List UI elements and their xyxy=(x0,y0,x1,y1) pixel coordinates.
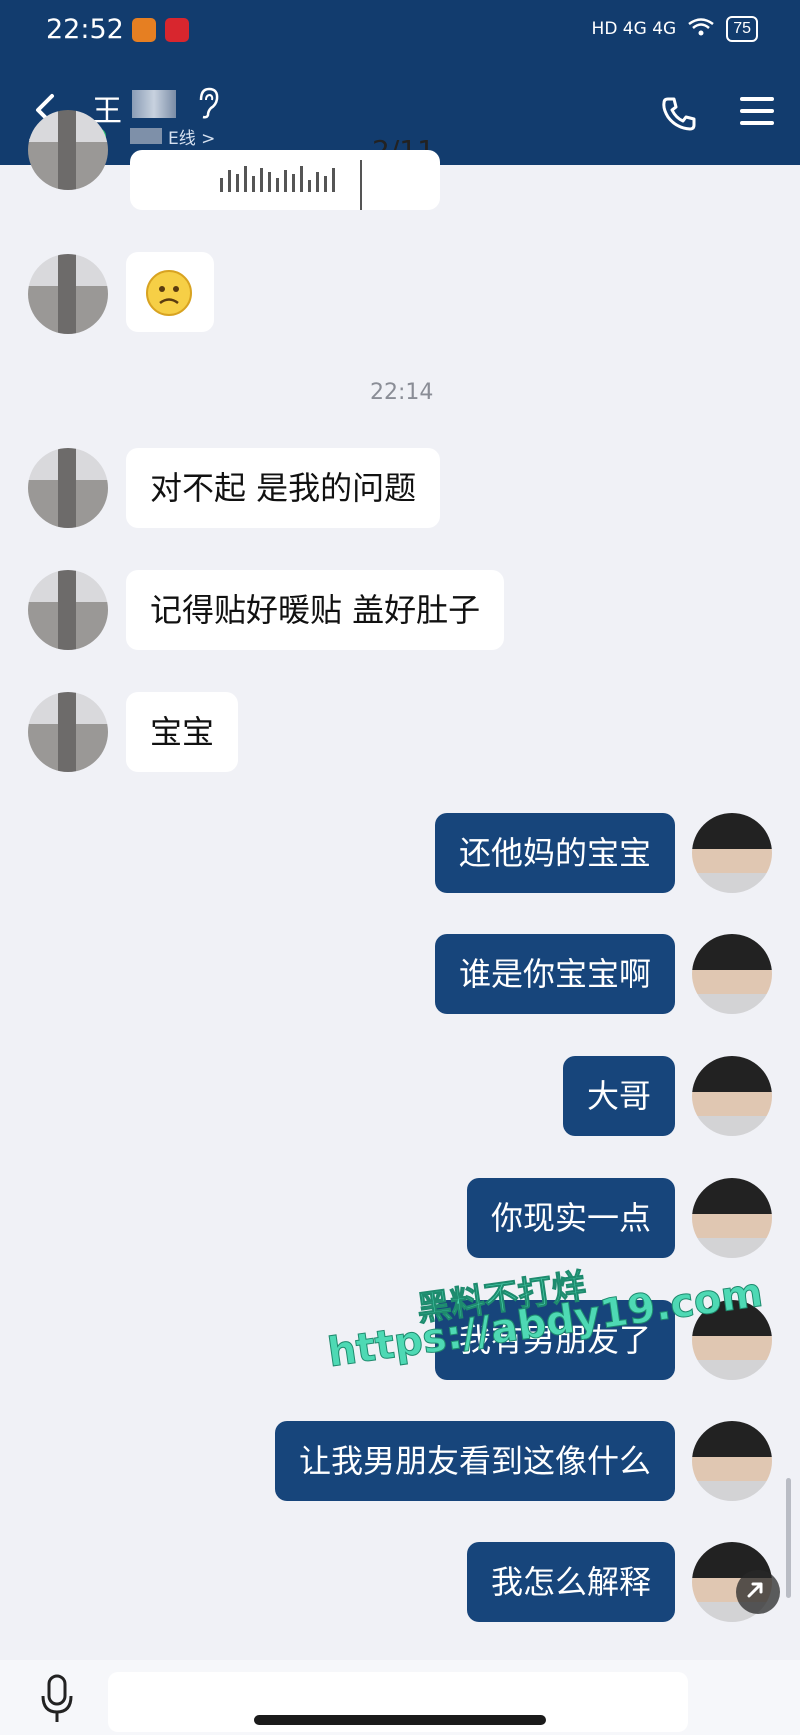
status-time: 22:52 xyxy=(46,14,124,45)
battery-icon: 75 xyxy=(726,16,758,42)
voice-progress-marker xyxy=(360,160,362,210)
online-status-text[interactable]: E线 > xyxy=(168,124,215,149)
system-icons: HD 4G 4G 75 xyxy=(592,16,758,42)
message-timestamp: 22:14 xyxy=(370,380,434,405)
sad-face-emoji-icon xyxy=(146,270,192,316)
notification-app-icon xyxy=(132,18,156,42)
network-indicator: HD 4G 4G xyxy=(591,19,677,39)
menu-icon[interactable] xyxy=(740,97,774,127)
message-bubble-outgoing[interactable]: 我怎么解释 xyxy=(466,1542,675,1622)
scrollbar[interactable] xyxy=(786,1478,791,1598)
avatar[interactable] xyxy=(692,1178,772,1258)
avatar[interactable] xyxy=(692,934,772,1014)
online-status-mosaic xyxy=(130,128,162,144)
message-bubble-outgoing[interactable]: 你现实一点 xyxy=(466,1178,675,1258)
phone-icon[interactable] xyxy=(660,95,698,133)
message-bubble-outgoing[interactable]: 让我男朋友看到这像什么 xyxy=(274,1421,675,1501)
avatar[interactable] xyxy=(28,448,108,528)
wifi-icon xyxy=(688,17,714,42)
contact-name-mosaic xyxy=(132,90,176,118)
avatar[interactable] xyxy=(28,570,108,650)
avatar[interactable] xyxy=(28,254,108,334)
message-bubble-incoming[interactable]: 宝宝 xyxy=(126,692,239,772)
avatar[interactable] xyxy=(692,1421,772,1501)
ear-icon xyxy=(195,86,221,120)
voice-waveform-icon xyxy=(220,166,335,192)
message-bubble-outgoing[interactable]: 还他妈的宝宝 xyxy=(434,813,675,893)
message-bubble-incoming[interactable]: 对不起 是我的问题 xyxy=(126,448,441,528)
avatar[interactable] xyxy=(692,1056,772,1136)
message-bubble-outgoing[interactable]: 大哥 xyxy=(562,1056,675,1136)
avatar[interactable] xyxy=(28,692,108,772)
home-indicator[interactable] xyxy=(254,1715,546,1725)
share-icon[interactable] xyxy=(736,1570,780,1614)
status-bar: 22:52 HD 4G 4G 75 xyxy=(0,0,800,70)
message-bubble-incoming[interactable]: 记得贴好暖贴 盖好肚子 xyxy=(126,570,505,650)
microphone-icon[interactable] xyxy=(38,1672,76,1728)
avatar[interactable] xyxy=(28,110,108,190)
avatar[interactable] xyxy=(692,813,772,893)
notification-app-icon-2 xyxy=(165,18,189,42)
voice-message-bubble[interactable] xyxy=(130,150,440,210)
message-bubble-outgoing[interactable]: 谁是你宝宝啊 xyxy=(434,934,675,1014)
